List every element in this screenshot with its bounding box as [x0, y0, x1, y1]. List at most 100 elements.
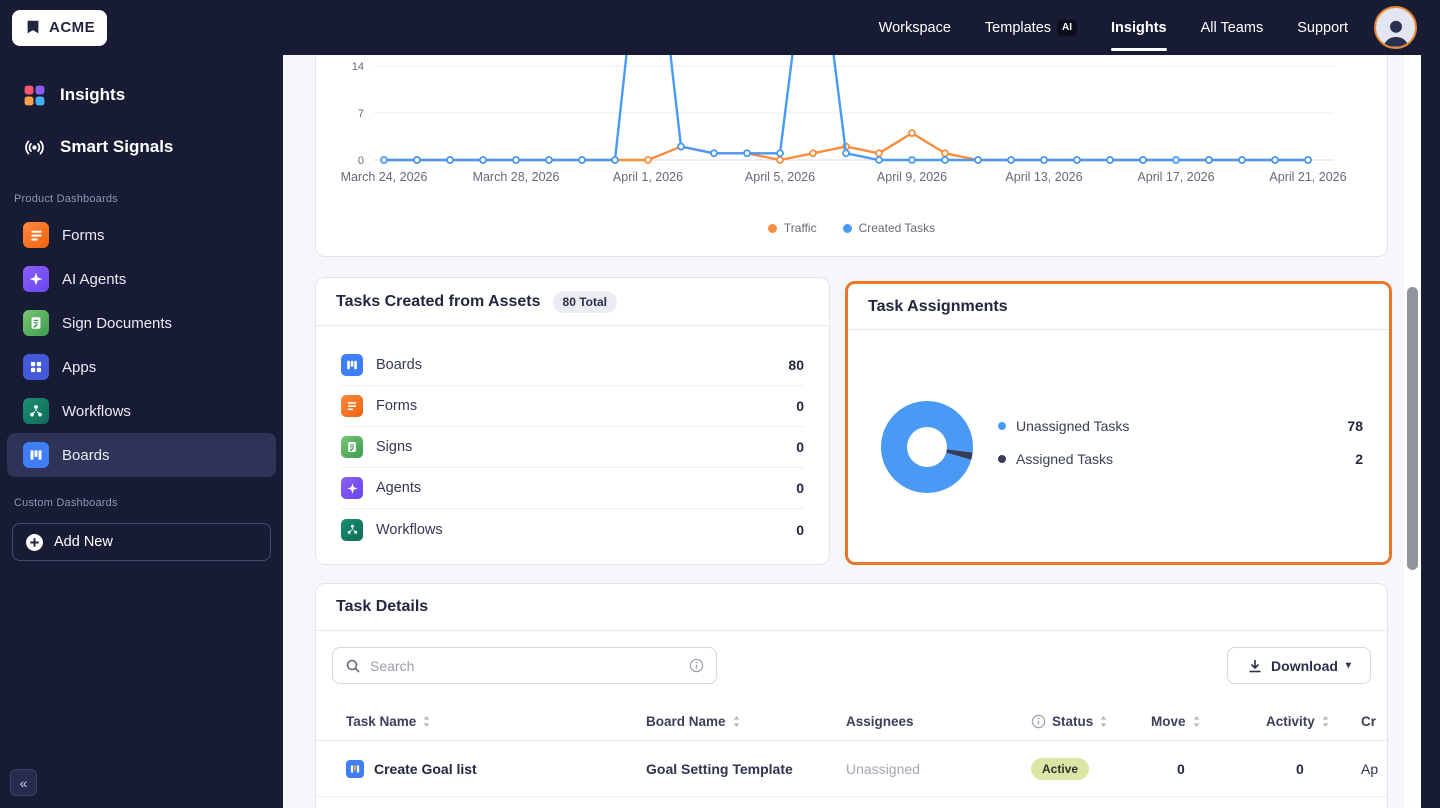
sort-icon	[732, 715, 741, 728]
card-title: Task Assignments	[868, 297, 1008, 315]
svg-text:7: 7	[358, 108, 364, 120]
search-info-icon[interactable]	[689, 658, 704, 673]
task-assignments-card[interactable]: Task Assignments Unassigned Tasks 78 Ass…	[845, 281, 1392, 565]
header-activity[interactable]: Activity	[1266, 714, 1361, 729]
section-product-dashboards: Product Dashboards	[14, 193, 118, 205]
cell-status: Active	[1031, 757, 1151, 780]
nav-all-teams[interactable]: All Teams	[1201, 20, 1264, 36]
legend-unassigned-tasks: Unassigned Tasks 78	[998, 418, 1363, 434]
cell-assignees: Unassigned	[846, 760, 920, 777]
asset-row-signs[interactable]: Signs 0	[341, 427, 804, 468]
chart-legend: Traffic Created Tasks	[316, 221, 1387, 235]
boards-icon	[23, 442, 49, 468]
sidebar-item-sign-documents[interactable]: Sign Documents	[7, 301, 276, 345]
nav-workspace[interactable]: Workspace	[879, 20, 951, 36]
top-nav: Workspace Templates AI Insights All Team…	[879, 19, 1348, 51]
svg-text:April 13, 2026: April 13, 2026	[1005, 170, 1082, 184]
svg-text:April 21, 2026: April 21, 2026	[1269, 170, 1346, 184]
sidebar-item-label: AI Agents	[62, 270, 127, 288]
unassigned-count: 78	[1347, 418, 1363, 434]
sidebar-item-forms[interactable]: Forms	[7, 213, 276, 257]
card-title: Tasks Created from Assets	[336, 292, 541, 310]
header-task-name[interactable]: Task Name	[346, 714, 646, 729]
smart-signals-icon	[22, 135, 47, 160]
card-title: Task Details	[336, 598, 429, 615]
total-badge: 80 Total	[552, 290, 617, 313]
header-move[interactable]: Move	[1151, 714, 1266, 729]
svg-text:April 1, 2026: April 1, 2026	[613, 170, 683, 184]
add-new-label: Add New	[54, 534, 113, 550]
svg-text:March 24, 2026: March 24, 2026	[341, 170, 428, 184]
table-row[interactable]: Create Goal list Goal Setting Template U…	[316, 741, 1387, 797]
sort-icon	[1321, 715, 1330, 728]
cell-task-name[interactable]: Create Goal list	[346, 759, 646, 778]
workflows-icon	[341, 518, 363, 541]
asset-row-forms[interactable]: Forms 0	[341, 386, 804, 427]
plus-circle-icon	[25, 533, 44, 552]
sign-documents-icon	[23, 310, 49, 336]
table-toolbar: Download ▾	[332, 647, 1371, 684]
donut-legend: Unassigned Tasks 78 Assigned Tasks 2	[998, 418, 1363, 467]
board-icon	[346, 759, 364, 778]
task-assignments-donut-chart	[881, 401, 973, 493]
forms-icon	[341, 395, 363, 417]
boards-icon	[341, 354, 363, 376]
apps-icon	[23, 354, 49, 380]
created-tasks-dot	[842, 223, 852, 233]
sidebar-item-smart-signals[interactable]: Smart Signals	[0, 121, 283, 173]
svg-text:April 5, 2026: April 5, 2026	[745, 170, 815, 184]
main-content: 0 7 14 March 24, 2026 March 28, 2026 April 1,…	[283, 55, 1421, 808]
table-header-row: Task Name Board Name Assignees Status Mo…	[316, 703, 1387, 741]
legend-assigned-tasks: Assigned Tasks 2	[998, 451, 1363, 467]
ai-agents-icon	[23, 266, 49, 292]
svg-text:April 17, 2026: April 17, 2026	[1137, 170, 1214, 184]
sidebar-item-workflows[interactable]: Workflows	[7, 389, 276, 433]
sidebar-item-boards[interactable]: Boards	[7, 433, 276, 477]
cell-board-name: Goal Setting Template	[646, 760, 793, 777]
download-button[interactable]: Download ▾	[1227, 647, 1371, 684]
cell-created-truncated: Ap	[1361, 760, 1379, 777]
traffic-chart-card: 0 7 14 March 24, 2026 March 28, 2026 April 1,…	[315, 55, 1388, 257]
user-avatar[interactable]	[1374, 6, 1417, 49]
asset-row-boards[interactable]: Boards 80	[341, 345, 804, 386]
sort-icon	[422, 715, 431, 728]
asset-row-workflows[interactable]: Workflows 0	[341, 509, 804, 550]
acme-logo[interactable]: ACME	[12, 9, 108, 46]
line-chart: 0 7 14 March 24, 2026 March 28, 2026 April 1,…	[341, 55, 1347, 184]
add-new-button[interactable]: Add New	[12, 523, 271, 561]
agents-icon	[341, 477, 363, 499]
acme-logo-icon	[24, 19, 42, 37]
sort-icon	[1099, 715, 1108, 728]
assigned-dot	[998, 455, 1006, 463]
assigned-count: 2	[1355, 451, 1363, 467]
header-created-truncated[interactable]: Cr	[1361, 714, 1387, 729]
sidebar-item-apps[interactable]: Apps	[7, 345, 276, 389]
collapse-sidebar-button[interactable]: «	[10, 769, 37, 796]
search-input[interactable]	[370, 657, 680, 674]
header-board-name[interactable]: Board Name	[646, 714, 846, 729]
header-assignees[interactable]: Assignees	[846, 714, 1031, 729]
sidebar-item-label: Workflows	[62, 402, 131, 420]
sidebar-item-label: Sign Documents	[62, 314, 173, 332]
legend-traffic[interactable]: Traffic	[767, 221, 817, 235]
svg-text:14: 14	[352, 61, 364, 73]
download-icon	[1247, 658, 1263, 674]
signs-icon	[341, 436, 363, 458]
info-icon[interactable]	[1031, 714, 1046, 729]
nav-support[interactable]: Support	[1297, 20, 1348, 36]
insights-icon	[22, 83, 47, 108]
sidebar-item-insights[interactable]: Insights	[0, 69, 283, 121]
header-status[interactable]: Status	[1031, 714, 1151, 729]
asset-row-agents[interactable]: Agents 0	[341, 468, 804, 509]
sidebar-item-label: Boards	[62, 446, 110, 464]
scrollbar-track[interactable]	[1404, 55, 1421, 808]
top-bar: ACME Workspace Templates AI Insights All…	[0, 0, 1440, 55]
person-icon	[1382, 20, 1409, 47]
nav-insights[interactable]: Insights	[1111, 20, 1167, 51]
sidebar-item-ai-agents[interactable]: AI Agents	[7, 257, 276, 301]
legend-created-tasks[interactable]: Created Tasks	[842, 221, 935, 235]
traffic-dot	[767, 223, 777, 233]
scrollbar-thumb[interactable]	[1407, 287, 1418, 570]
nav-templates[interactable]: Templates AI	[985, 19, 1078, 36]
sidebar-item-label: Apps	[62, 358, 97, 376]
